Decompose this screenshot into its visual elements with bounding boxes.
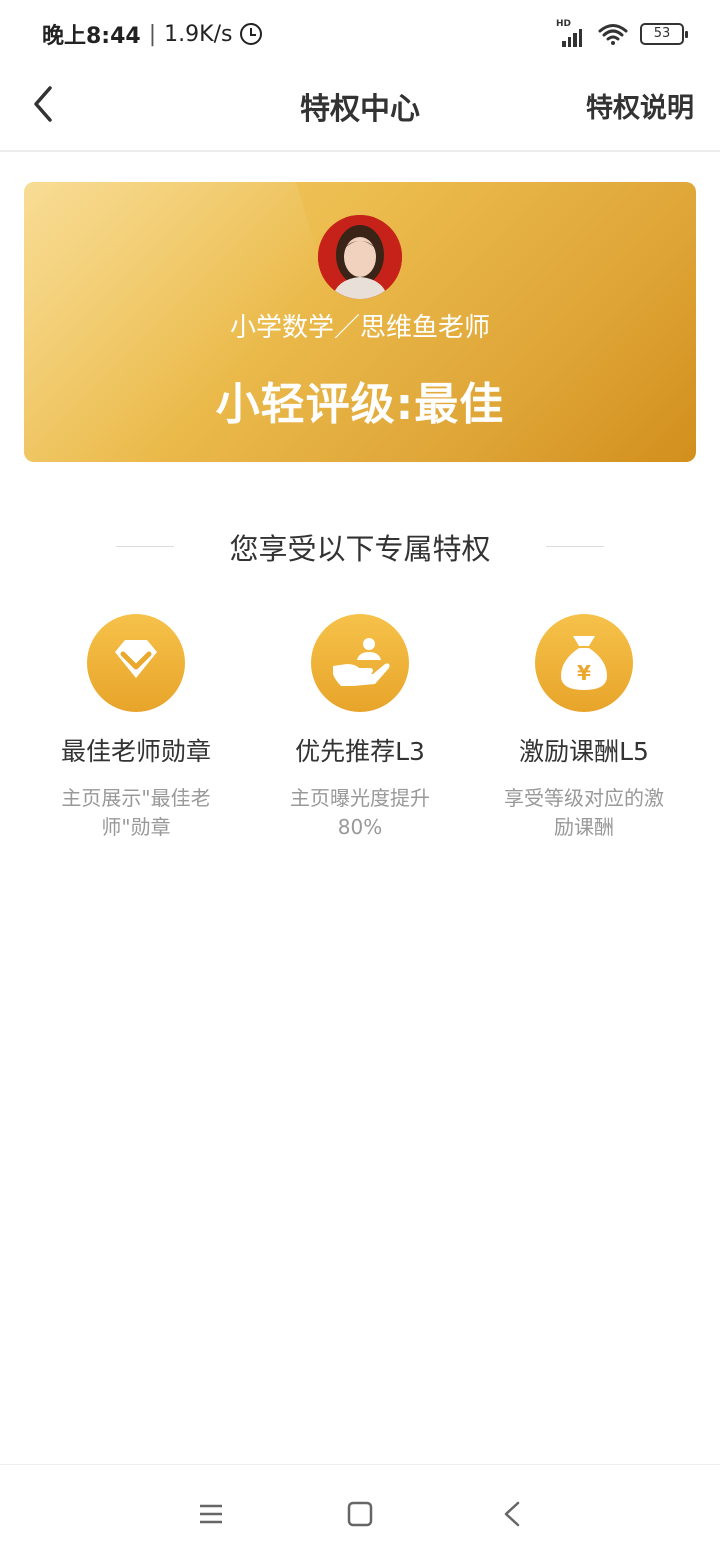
status-speed: 1.9K/s [164,21,233,47]
network-type: HD [556,19,572,29]
privilege-desc: 主页展示"最佳老师"勋章 [61,786,211,839]
hand-recommend-icon [311,614,409,712]
signal-icon: HD [556,19,586,47]
divider-right [546,546,604,547]
money-bag-icon: ¥ [535,614,633,712]
rating-label: 小轻评级:最佳 [215,379,505,430]
menu-icon [200,1504,222,1524]
app-header: 特权中心 特权说明 [0,68,720,152]
battery-icon: 53 [640,23,688,45]
avatar-image [318,215,402,299]
privilege-desc: 享受等级对应的激励课酬 [504,786,664,839]
avatar [318,215,402,299]
privilege-item-priority-recommend[interactable]: 优先推荐L3 主页曝光度提升80% [248,614,472,842]
section-title: 您享受以下专属特权 [229,532,491,566]
alarm-icon [240,23,263,45]
privilege-desc: 主页曝光度提升80% [290,786,430,839]
status-bar: 晚上8:44 | 1.9K/s HD 53 [0,0,720,68]
svg-text:¥: ¥ [577,661,591,685]
menu-nav-button[interactable] [190,1495,230,1535]
status-time: 晚上8:44 [42,24,141,49]
status-separator: | [148,21,157,47]
section-header: 您享受以下专属特权 [0,522,720,570]
diamond-badge-icon [87,614,185,712]
status-right: HD 53 [556,18,688,50]
privilege-title: 最佳老师勋章 [60,737,211,766]
privilege-title: 优先推荐L3 [295,737,425,766]
privilege-item-incentive-pay[interactable]: ¥ 激励课酬L5 享受等级对应的激励课酬 [472,614,696,842]
privilege-info-link[interactable]: 特权说明 [586,86,694,125]
home-nav-button[interactable] [340,1495,380,1535]
teacher-name: 小学数学／思维鱼老师 [229,313,490,343]
privilege-title: 激励课酬L5 [519,737,649,766]
rating-card: 小学数学／思维鱼老师 小轻评级:最佳 [24,182,696,462]
home-square-icon [347,1501,373,1527]
status-left: 晚上8:44 | 1.9K/s [42,18,263,50]
back-nav-button[interactable] [494,1495,534,1535]
wifi-icon [598,24,628,45]
privilege-item-best-teacher[interactable]: 最佳老师勋章 主页展示"最佳老师"勋章 [24,614,248,842]
back-triangle-icon [504,1501,520,1527]
system-nav-bar [0,1464,720,1560]
